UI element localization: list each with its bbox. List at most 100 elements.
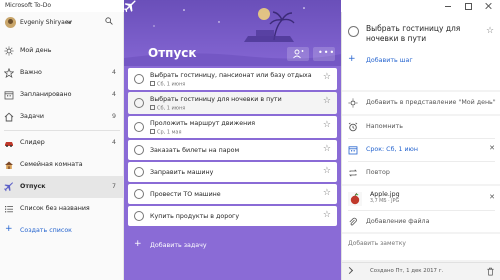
car-icon (5, 142, 13, 147)
star-icon[interactable]: ☆ (323, 167, 331, 176)
task-item[interactable]: Заказать билеты на паром ☆ (128, 140, 337, 160)
sidebar-item-vacation[interactable]: Отпуск 7 (0, 176, 124, 198)
task-item[interactable]: Выбрать гостиницу, пансионат или базу от… (128, 68, 337, 90)
plus-icon: + (348, 54, 356, 64)
file-meta: 3,7 МБ · JPG (370, 199, 400, 204)
task-detail-pane: Выбрать гостиницу для ночевки в пути ☆ +… (341, 12, 500, 280)
sidebar-item-important[interactable]: Важно 4 (0, 62, 124, 84)
sidebar-item-planned[interactable]: Запланировано 4 (0, 84, 124, 106)
trash-icon[interactable] (486, 267, 495, 276)
task-item[interactable]: Проложить маршрут движения Ср, 1 мая ☆ (128, 116, 337, 138)
add-file-button[interactable]: Добавление файла (342, 211, 500, 232)
detail-header: Выбрать гостиницу для ночевки в пути ☆ +… (342, 12, 500, 90)
complete-checkbox[interactable] (134, 98, 144, 108)
files-card: Apple.jpg 3,7 МБ · JPG ✕ Добавление файл… (342, 186, 500, 232)
task-due-date: Сб, 1 июня (150, 81, 185, 88)
task-item[interactable]: Выбрать гостиницу для ночевки в пути Сб,… (128, 92, 337, 114)
task-item[interactable]: Провести ТО машине ☆ (128, 184, 337, 204)
complete-checkbox[interactable] (134, 122, 144, 132)
star-icon[interactable]: ☆ (486, 27, 494, 36)
sidebar-item-label: Важно (20, 69, 42, 76)
schedule-card: Напомнить Срок: Сб, 1 июн ✕ Повтор (342, 116, 500, 184)
todo-app: Microsoft To-Do Evgeniy Shiryaev Мой ден… (0, 0, 500, 280)
close-button[interactable] (480, 0, 496, 12)
attached-file[interactable]: Apple.jpg 3,7 МБ · JPG ✕ (342, 186, 500, 210)
sidebar-item-label: Список без названия (20, 205, 90, 212)
remove-file-icon[interactable]: ✕ (489, 194, 495, 201)
sidebar-item-slider[interactable]: Слидер 4 (0, 132, 124, 154)
repeat-icon (349, 169, 357, 177)
task-title: Выбрать гостиницу для ночевки в пути (150, 96, 282, 103)
task-item[interactable]: Заправить машину ☆ (128, 162, 337, 182)
sidebar-item-count: 4 (111, 91, 116, 98)
add-step-button[interactable]: + Добавить шаг (348, 55, 498, 67)
task-title: Выбрать гостиницу, пансионат или базу от… (150, 72, 312, 79)
remove-due-date-icon[interactable]: ✕ (489, 145, 495, 152)
complete-checkbox[interactable] (134, 167, 144, 177)
task-due-text: Сб, 1 июня (157, 105, 186, 112)
sidebar-item-label: Мой день (20, 47, 52, 54)
sidebar-item-count: 7 (111, 183, 116, 190)
detail-task-title[interactable]: Выбрать гостиницу для ночевки в пути (366, 24, 482, 44)
star-icon[interactable]: ☆ (323, 189, 331, 198)
add-to-my-day-label: Добавить в представление "Мой день" (366, 99, 496, 106)
house-icon (5, 161, 13, 169)
calendar-icon (150, 129, 155, 134)
more-icon: ••• (318, 48, 336, 57)
task-title: Купить продукты в дорогу (150, 213, 240, 220)
sidebar-item-tasks[interactable]: Задачи 9 (0, 106, 124, 128)
share-list-button[interactable] (287, 47, 309, 61)
star-icon[interactable]: ☆ (323, 73, 331, 82)
created-date: Создано Пт, 1 дек 2017 г. (370, 268, 444, 274)
list-icon (5, 206, 13, 213)
star-icon[interactable]: ☆ (323, 121, 331, 130)
remind-me-button[interactable]: Напомнить (342, 116, 500, 138)
paperclip-icon (349, 217, 357, 226)
user-name: Evgeniy Shiryaev (20, 19, 72, 26)
star-icon[interactable]: ☆ (323, 145, 331, 154)
chevron-right-icon[interactable] (345, 266, 354, 275)
sidebar-item-count: 9 (111, 113, 116, 120)
user-profile[interactable]: Evgeniy Shiryaev (0, 12, 124, 34)
minimize-button[interactable] (440, 0, 456, 12)
add-note-field[interactable]: Добавить заметку (348, 240, 406, 247)
create-list-label: Создать список (20, 227, 72, 234)
sidebar-item-label: Задачи (20, 113, 44, 120)
complete-checkbox[interactable] (134, 74, 144, 84)
create-list-button[interactable]: + Создать список (0, 220, 124, 240)
repeat-button[interactable]: Повтор (342, 162, 500, 184)
more-options-button[interactable]: ••• (313, 47, 335, 61)
search-icon[interactable] (105, 17, 113, 25)
detail-footer: Создано Пт, 1 дек 2017 г. (342, 262, 500, 280)
add-task-button[interactable]: + Добавить задачу (128, 236, 337, 256)
due-date-label: Срок: Сб, 1 июн (366, 146, 418, 153)
sun-icon (348, 98, 358, 108)
complete-checkbox[interactable] (134, 211, 144, 221)
sidebar-divider (4, 130, 120, 131)
repeat-label: Повтор (366, 169, 390, 176)
add-to-my-day-card: Добавить в представление "Мой день" (342, 92, 500, 114)
list-header-banner: Отпуск ••• (124, 0, 341, 66)
add-to-my-day-button[interactable]: Добавить в представление "Мой день" (342, 92, 500, 114)
calendar-icon (150, 105, 155, 110)
complete-checkbox[interactable] (134, 189, 144, 199)
sidebar-item-untitled-list[interactable]: Список без названия (0, 198, 124, 220)
maximize-button[interactable] (460, 0, 476, 12)
complete-checkbox[interactable] (348, 26, 359, 37)
complete-checkbox[interactable] (134, 145, 144, 155)
avatar (5, 17, 16, 28)
star-icon[interactable]: ☆ (323, 211, 331, 220)
task-due-date: Сб, 1 июня (150, 105, 185, 112)
image-thumbnail-icon (348, 192, 362, 206)
sidebar-item-count: 4 (111, 139, 116, 146)
star-icon[interactable]: ☆ (323, 97, 331, 106)
plus-icon: + (5, 224, 13, 234)
task-item[interactable]: Купить продукты в дорогу ☆ (128, 206, 337, 226)
list-title: Отпуск (148, 46, 197, 60)
due-date-button[interactable]: Срок: Сб, 1 июн ✕ (342, 139, 500, 161)
add-person-icon (293, 49, 304, 59)
sidebar-item-family-room[interactable]: Семейная комната (0, 154, 124, 176)
task-title: Провести ТО машине (150, 191, 221, 198)
note-card[interactable]: Добавить заметку (342, 234, 500, 260)
sidebar-item-my-day[interactable]: Мой день (0, 40, 124, 62)
